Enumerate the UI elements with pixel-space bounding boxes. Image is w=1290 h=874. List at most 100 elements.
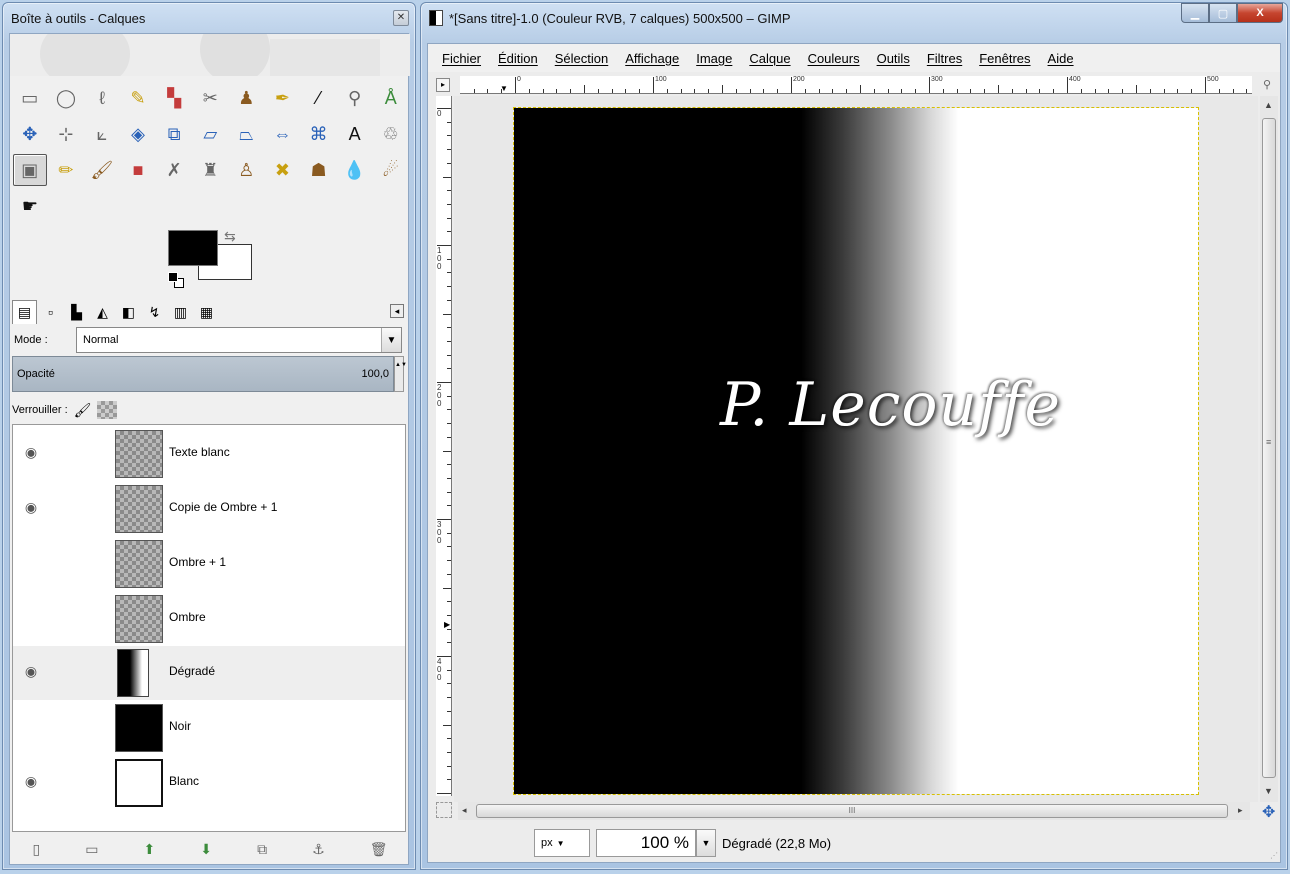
scroll-left-icon[interactable]: ◂	[462, 805, 467, 816]
image-titlebar[interactable]: *[Sans titre]-1.0 (Couleur RVB, 7 calque…	[421, 3, 1287, 33]
layer-name[interactable]: Dégradé	[169, 664, 215, 678]
gradients-tab-icon[interactable]: ◧	[116, 300, 141, 324]
scroll-up-icon[interactable]: ▲	[1264, 100, 1273, 110]
zoom-input[interactable]: 100 %	[596, 829, 696, 857]
lock-alpha-icon[interactable]	[97, 401, 118, 419]
visibility-eye-icon[interactable]	[21, 555, 41, 569]
layer-name[interactable]: Ombre + 1	[169, 555, 226, 569]
eraser-icon[interactable]: ■	[121, 154, 155, 186]
opacity-spin-button[interactable]: ▲▼	[394, 356, 407, 392]
paths-tab-icon[interactable]: ▙	[64, 300, 89, 324]
lock-pixels-icon[interactable]: 🖌	[74, 402, 92, 419]
undo-tab-icon[interactable]: ↯	[142, 300, 167, 324]
layer-name[interactable]: Ombre	[169, 610, 206, 624]
ellipse-select-icon[interactable]: ◯	[49, 82, 83, 114]
mode-select[interactable]: Normal ▼	[76, 327, 402, 353]
visibility-eye-icon[interactable]	[21, 610, 41, 624]
foreground-color-swatch[interactable]	[168, 230, 218, 266]
scissors-icon[interactable]: ✂	[193, 82, 227, 114]
horizontal-scroll-thumb[interactable]: III	[476, 804, 1228, 818]
scale-icon[interactable]: ⧉	[157, 118, 191, 150]
resize-grip-icon[interactable]: ⋰	[1270, 851, 1278, 860]
layer-row[interactable]: Noir	[13, 701, 405, 755]
move-icon[interactable]: ✥	[13, 118, 47, 150]
unit-select[interactable]: px ▼	[534, 829, 590, 857]
menu-item[interactable]: Image	[696, 51, 732, 66]
channels-tab-icon[interactable]: ▫	[38, 300, 63, 324]
visibility-eye-icon[interactable]: ◉	[21, 664, 41, 678]
navigate-icon[interactable]: ✥	[1262, 802, 1275, 822]
visibility-eye-icon[interactable]: ◉	[21, 774, 41, 788]
airbrush-icon[interactable]: ✗	[157, 154, 191, 186]
ink-icon[interactable]: ♜	[193, 154, 227, 186]
zoom-fit-icon[interactable]: ⚲	[1260, 78, 1274, 92]
default-colors-fg-icon[interactable]	[168, 272, 178, 282]
layer-row[interactable]: ◉ Texte blanc	[13, 427, 405, 481]
new-group-icon[interactable]: ▭	[85, 841, 98, 858]
vertical-ruler[interactable]: 0 1 0 0 2 0 0 3 0 0 4 0 0 ▶	[436, 96, 452, 796]
horizontal-ruler[interactable]: 0 100 200 300 400 500 ▼	[460, 76, 1252, 94]
heal-icon[interactable]: ✖	[266, 154, 300, 186]
paths-icon[interactable]: ✒	[266, 82, 300, 114]
visibility-eye-icon[interactable]: ◉	[21, 500, 41, 514]
layer-row[interactable]: ◉ Copie de Ombre + 1	[13, 482, 405, 536]
image-canvas[interactable]: P. Lecouffe	[513, 107, 1199, 795]
layer-name[interactable]: Blanc	[169, 774, 199, 788]
layer-name[interactable]: Copie de Ombre + 1	[169, 500, 277, 514]
swap-colors-icon[interactable]: ⇆	[224, 228, 236, 245]
menu-item[interactable]: Édition	[498, 51, 538, 66]
toolbox-titlebar[interactable]: Boîte à outils - Calques	[3, 3, 415, 33]
scroll-right-icon[interactable]: ▸	[1238, 805, 1243, 816]
scroll-down-icon[interactable]: ▼	[1264, 786, 1273, 796]
duplicate-layer-icon[interactable]: ⧉	[257, 841, 267, 858]
align-icon[interactable]: ⊹	[49, 118, 83, 150]
clone-icon[interactable]: ♙	[230, 154, 264, 186]
menu-item[interactable]: Aide	[1048, 51, 1074, 66]
crop-icon[interactable]: ⟀	[85, 118, 119, 150]
tool-options-tab-icon[interactable]: ▦	[194, 300, 219, 324]
paintbrush-icon[interactable]: 🖌	[85, 154, 119, 186]
raise-layer-icon[interactable]: ⬆	[144, 841, 156, 858]
opacity-slider[interactable]: Opacité 100,0	[12, 356, 394, 392]
color-picker-icon[interactable]: ⁄	[302, 82, 336, 114]
visibility-eye-icon[interactable]	[21, 719, 41, 733]
dock-menu-button[interactable]: ◂	[390, 304, 404, 318]
menu-item[interactable]: Affichage	[625, 51, 679, 66]
blur-icon[interactable]: 💧	[338, 154, 372, 186]
layer-row[interactable]: Ombre + 1	[13, 537, 405, 591]
toolbox-close-button[interactable]: ✕	[393, 10, 409, 26]
zoom-icon[interactable]: ⚲	[338, 82, 372, 114]
anchor-layer-icon[interactable]: ⚓	[312, 841, 325, 858]
perspective-clone-icon[interactable]: ☗	[302, 154, 336, 186]
quick-mask-toggle[interactable]	[436, 802, 452, 818]
menu-item[interactable]: Filtres	[927, 51, 962, 66]
delete-layer-icon[interactable]: 🗑	[370, 841, 388, 858]
dodge-burn-icon[interactable]: ☛	[13, 190, 47, 222]
vertical-scroll-thumb[interactable]: ≡	[1262, 118, 1276, 778]
vertical-scrollbar[interactable]: ▲ ≡ ▼	[1260, 96, 1278, 802]
menu-item[interactable]: Sélection	[555, 51, 608, 66]
cage-icon[interactable]: ⌘	[302, 118, 336, 150]
text-icon[interactable]: A	[338, 118, 372, 150]
lower-layer-icon[interactable]: ⬇	[200, 841, 212, 858]
menu-item[interactable]: Calque	[749, 51, 790, 66]
menu-item[interactable]: Fichier	[442, 51, 481, 66]
horizontal-scrollbar[interactable]: ◂ III ▸	[458, 802, 1250, 820]
layer-row[interactable]: ◉ Blanc	[13, 756, 405, 810]
minimize-button[interactable]: ▁	[1181, 3, 1209, 23]
maximize-button[interactable]: ▢	[1209, 3, 1237, 23]
bucket-icon[interactable]: ♲	[374, 118, 408, 150]
free-select-icon[interactable]: ℓ	[85, 82, 119, 114]
histogram-tab-icon[interactable]: ◭	[90, 300, 115, 324]
close-button[interactable]: X	[1237, 3, 1283, 23]
layer-row[interactable]: Ombre	[13, 592, 405, 646]
visibility-eye-icon[interactable]: ◉	[21, 445, 41, 459]
menu-item[interactable]: Fenêtres	[979, 51, 1030, 66]
new-layer-icon[interactable]: ▯	[33, 841, 41, 858]
perspective-icon[interactable]: ⏢	[230, 118, 264, 150]
rect-select-icon[interactable]: ▭	[13, 82, 47, 114]
color-select-icon[interactable]: ▚	[157, 82, 191, 114]
gradient-icon[interactable]: ▣	[13, 154, 47, 186]
fuzzy-select-icon[interactable]: ✎	[121, 82, 155, 114]
quick-mask-menu-button[interactable]: ▸	[436, 78, 450, 92]
